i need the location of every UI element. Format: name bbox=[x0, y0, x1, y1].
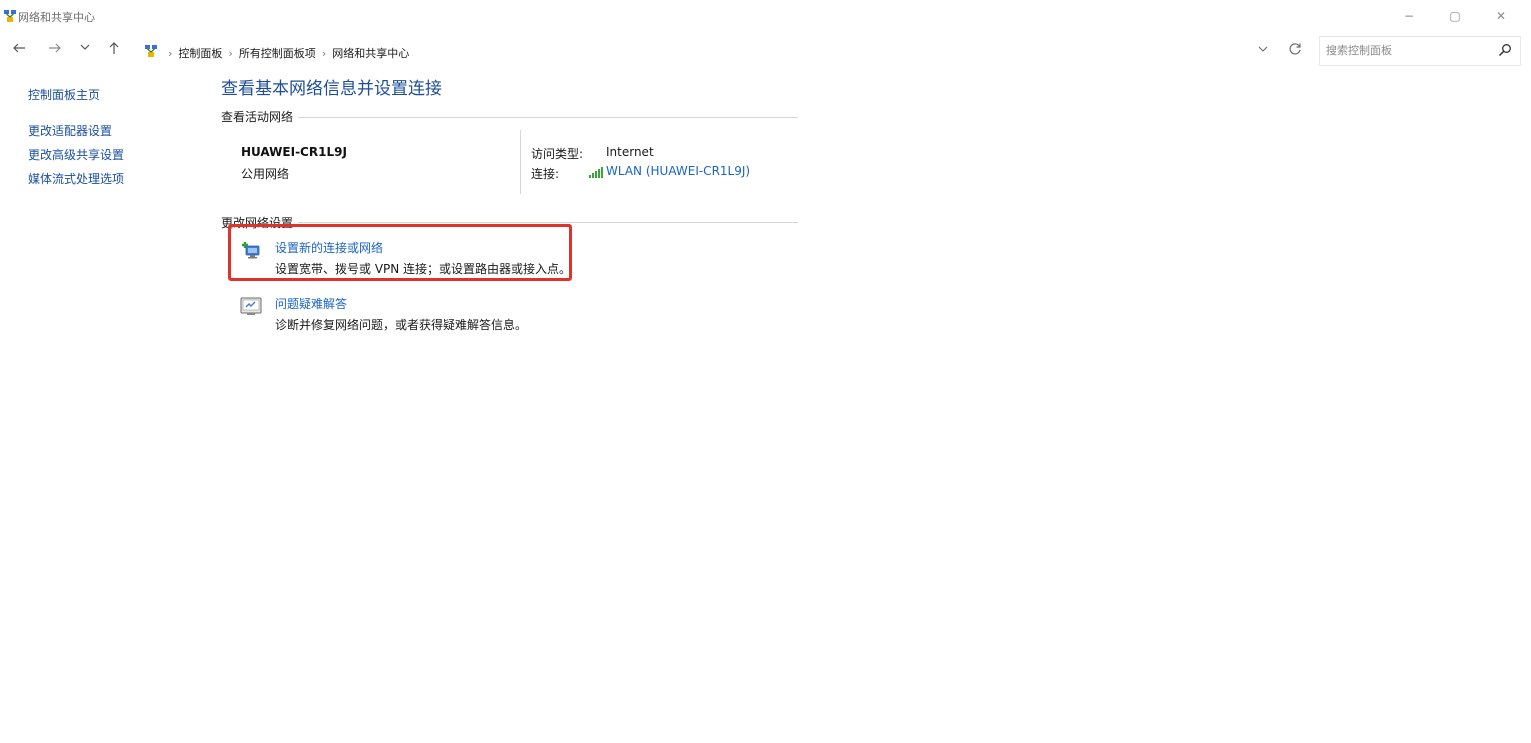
up-button[interactable] bbox=[105, 41, 123, 59]
breadcrumb-separator: › bbox=[321, 47, 327, 60]
page-title: 查看基本网络信息并设置连接 bbox=[221, 79, 442, 99]
section-divider bbox=[298, 117, 798, 118]
maximize-button[interactable]: ▢ bbox=[1440, 7, 1470, 25]
sidebar-item-media-streaming[interactable]: 媒体流式处理选项 bbox=[28, 170, 124, 187]
new-connection-icon[interactable] bbox=[240, 240, 262, 260]
address-row: › 控制面板 › 所有控制面板项 › 网络和共享中心 bbox=[0, 33, 1531, 67]
minimize-button[interactable]: − bbox=[1394, 7, 1424, 25]
sidebar-item-advanced-sharing[interactable]: 更改高级共享设置 bbox=[28, 146, 124, 163]
network-name: HUAWEI-CR1L9J bbox=[241, 145, 347, 159]
arrow-left-icon bbox=[13, 43, 25, 53]
network-center-icon bbox=[4, 10, 16, 22]
refresh-icon bbox=[1289, 43, 1301, 55]
setup-new-connection-link[interactable]: 设置新的连接或网络 bbox=[275, 239, 383, 256]
setup-new-connection-description: 设置宽带、拨号或 VPN 连接；或设置路由器或接入点。 bbox=[275, 262, 572, 276]
title-bar: 网络和共享中心 − ▢ ✕ bbox=[0, 0, 1531, 30]
troubleshoot-description: 诊断并修复网络问题，或者获得疑难解答信息。 bbox=[275, 318, 528, 332]
active-networks-heading: 查看活动网络 bbox=[221, 110, 294, 124]
search-input[interactable] bbox=[1326, 42, 1486, 58]
sidebar-item-adapter-settings[interactable]: 更改适配器设置 bbox=[28, 122, 112, 139]
search-icon[interactable] bbox=[1498, 43, 1512, 57]
breadcrumb-item-all-items[interactable]: 所有控制面板项 bbox=[239, 47, 316, 60]
section-divider bbox=[298, 222, 798, 223]
sidebar-item-control-panel-home[interactable]: 控制面板主页 bbox=[28, 86, 100, 103]
access-type-label: 访问类型: bbox=[531, 147, 584, 161]
access-type-value: Internet bbox=[606, 145, 654, 159]
network-profile-type: 公用网络 bbox=[241, 167, 290, 181]
close-button[interactable]: ✕ bbox=[1486, 7, 1516, 25]
search-box[interactable] bbox=[1319, 36, 1521, 66]
control-panel-icon bbox=[145, 45, 157, 57]
troubleshoot-icon[interactable] bbox=[240, 296, 262, 316]
troubleshoot-link[interactable]: 问题疑难解答 bbox=[275, 295, 347, 312]
breadcrumb-item-network-center[interactable]: 网络和共享中心 bbox=[332, 47, 409, 60]
back-button[interactable] bbox=[10, 41, 28, 59]
window-title: 网络和共享中心 bbox=[18, 11, 95, 24]
breadcrumb-item-control-panel[interactable]: 控制面板 bbox=[178, 47, 222, 60]
breadcrumb: › 控制面板 › 所有控制面板项 › 网络和共享中心 bbox=[162, 45, 409, 61]
network-info-divider bbox=[520, 130, 521, 194]
breadcrumb-separator: › bbox=[168, 47, 173, 60]
forward-button[interactable] bbox=[46, 41, 64, 59]
chevron-down-icon bbox=[80, 44, 90, 50]
wlan-connection-link[interactable]: WLAN (HUAWEI-CR1L9J) bbox=[606, 164, 750, 178]
refresh-button[interactable] bbox=[1287, 42, 1303, 60]
address-bar[interactable]: › 控制面板 › 所有控制面板项 › 网络和共享中心 bbox=[135, 36, 1315, 66]
address-dropdown-button[interactable] bbox=[1255, 43, 1271, 58]
connection-label: 连接: bbox=[531, 167, 560, 181]
arrow-right-icon bbox=[49, 43, 61, 53]
wifi-signal-icon bbox=[589, 167, 603, 178]
chevron-down-icon bbox=[1258, 46, 1268, 52]
breadcrumb-separator: › bbox=[228, 47, 233, 60]
recent-locations-button[interactable] bbox=[76, 41, 94, 59]
arrow-up-icon bbox=[109, 42, 119, 54]
